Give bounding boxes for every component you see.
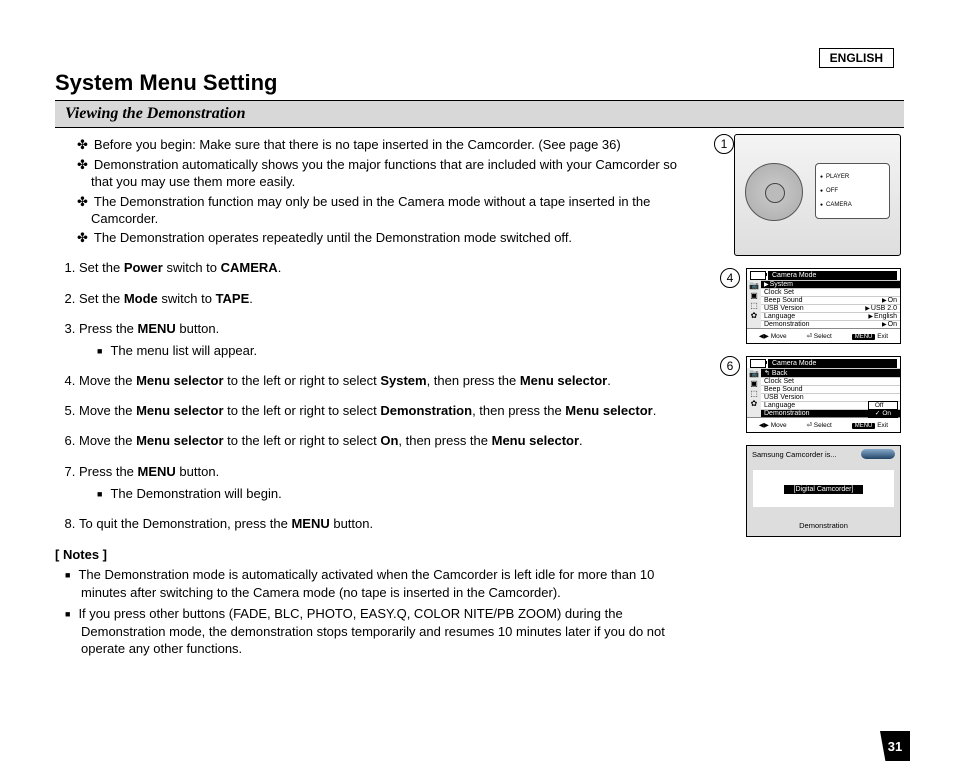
option-off: Off [869,402,897,409]
figure-badge-6: 6 [720,356,740,376]
figure-badge-1: 1 [714,134,734,154]
display-icon: ⬚ [750,390,758,398]
osd-menu-system: Camera Mode 📷 ▣ ⬚ ✿ System Clock Set Beep S… [746,268,901,344]
mode-off: OFF [820,188,885,194]
intro-list: Before you begin: Make sure that there i… [55,137,700,247]
osd-row-beep: Beep Sound [761,385,900,393]
osd-row-lang: LanguageEnglish [761,312,900,320]
step-6: Move the Menu selector to the left or ri… [79,432,700,450]
step-7-sub: The Demonstration will begin. [97,485,700,503]
battery-icon [750,359,766,368]
page-title: System Menu Setting [55,70,904,96]
gear-icon: ✿ [751,400,758,408]
samsung-logo-icon [861,449,895,459]
intro-item: Before you begin: Make sure that there i… [65,137,700,154]
demo-mid-text: [Digital Camcorder] [784,485,864,494]
section-heading: Viewing the Demonstration [55,100,904,128]
osd-footer: ◀▶ Move ⏎ Select MENU Exit [747,417,900,432]
osd-row-usb: USB VersionUSB 2.0 [761,304,900,312]
step-3: Press the MENU button. The menu list wil… [79,320,700,360]
display-icon: ⬚ [750,302,758,310]
power-dial-icon [745,163,803,221]
step-1: Set the Power switch to CAMERA. [79,259,700,277]
osd-category-icons: 📷 ▣ ⬚ ✿ [747,280,761,328]
mode-camera: CAMERA [820,202,885,208]
page-number: 31 [880,731,910,761]
osd-menu-demo: Camera Mode 📷 ▣ ⬚ ✿ ↰ Back Clock Set Beep S… [746,356,901,433]
osd-row-clock: Clock Set [761,377,900,385]
camera-icon: 📷 [749,370,759,378]
gear-icon: ✿ [751,312,758,320]
demo-footer-text: Demonstration [747,515,900,532]
osd-row-clock: Clock Set [761,288,900,296]
step-5: Move the Menu selector to the left or ri… [79,402,700,420]
osd-footer: ◀▶ Move ⏎ Select MENU Exit [747,328,900,343]
battery-icon [750,271,766,280]
step-2: Set the Mode switch to TAPE. [79,290,700,308]
osd-title: Camera Mode [768,359,897,368]
osd-row-back: ↰ Back [761,368,900,377]
step-7: Press the MENU button. The Demonstration… [79,463,700,503]
figure-1: 1 PLAYER OFF CAMERA [714,134,904,256]
note-item: If you press other buttons (FADE, BLC, P… [65,605,700,658]
note-item: The Demonstration mode is automatically … [65,566,700,601]
option-popup: Off On [868,401,898,418]
osd-title: Camera Mode [768,271,897,280]
step-3-sub: The menu list will appear. [97,342,700,360]
body-text: Before you begin: Make sure that there i… [55,134,700,662]
demo-header-text: Samsung Camcorder is... [752,450,837,459]
step-list: Set the Power switch to CAMERA. Set the … [55,259,700,533]
intro-item: The Demonstration function may only be u… [65,194,700,228]
tape-icon: ▣ [750,292,758,300]
tape-icon: ▣ [750,380,758,388]
language-label: ENGLISH [819,48,894,68]
option-on: On [869,409,897,417]
camera-icon: 📷 [749,282,759,290]
intro-item: The Demonstration operates repeatedly un… [65,230,700,247]
figure-4: 4 Camera Mode 📷▣⬚✿ System Clock Set B [714,268,904,344]
osd-row-usb: USB Version [761,393,900,401]
osd-row-system: System [761,280,900,288]
intro-item: Demonstration automatically shows you th… [65,157,700,191]
osd-category-icons: 📷 ▣ ⬚ ✿ [747,368,761,417]
step-4: Move the Menu selector to the left or ri… [79,372,700,390]
mode-panel: PLAYER OFF CAMERA [815,163,890,219]
osd-row-demo: DemonstrationOn [761,320,900,328]
mode-player: PLAYER [820,174,885,180]
demo-preview: Samsung Camcorder is... [Digital Camcord… [746,445,901,537]
figure-badge-4: 4 [720,268,740,288]
step-8: To quit the Demonstration, press the MEN… [79,515,700,533]
figure-6: 6 Camera Mode 📷▣⬚✿ ↰ Back Clock Set B [714,356,904,433]
notes-heading: [ Notes ] [55,547,700,562]
osd-row-beep: Beep SoundOn [761,296,900,304]
